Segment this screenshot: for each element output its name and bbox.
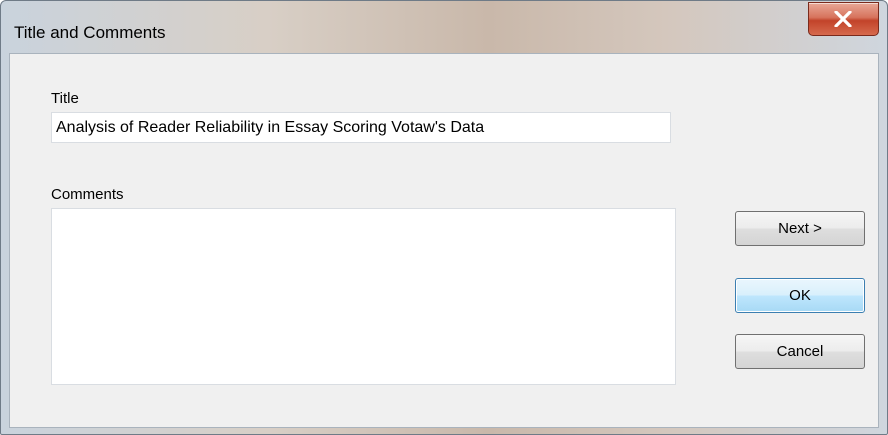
title-bar[interactable]: Title and Comments: [1, 1, 887, 53]
dialog-window: Title and Comments Title Comments Next >…: [0, 0, 888, 435]
comments-label: Comments: [51, 186, 124, 203]
ok-button[interactable]: OK: [735, 278, 865, 313]
close-button[interactable]: [808, 2, 879, 36]
title-input[interactable]: [51, 112, 671, 143]
window-title: Title and Comments: [14, 23, 166, 42]
close-icon: [834, 11, 852, 27]
title-label: Title: [51, 90, 79, 107]
next-button[interactable]: Next >: [735, 211, 865, 246]
dialog-content: Title Comments Next > OK Cancel: [9, 53, 879, 428]
comments-textarea[interactable]: [51, 208, 676, 385]
cancel-button[interactable]: Cancel: [735, 334, 865, 369]
